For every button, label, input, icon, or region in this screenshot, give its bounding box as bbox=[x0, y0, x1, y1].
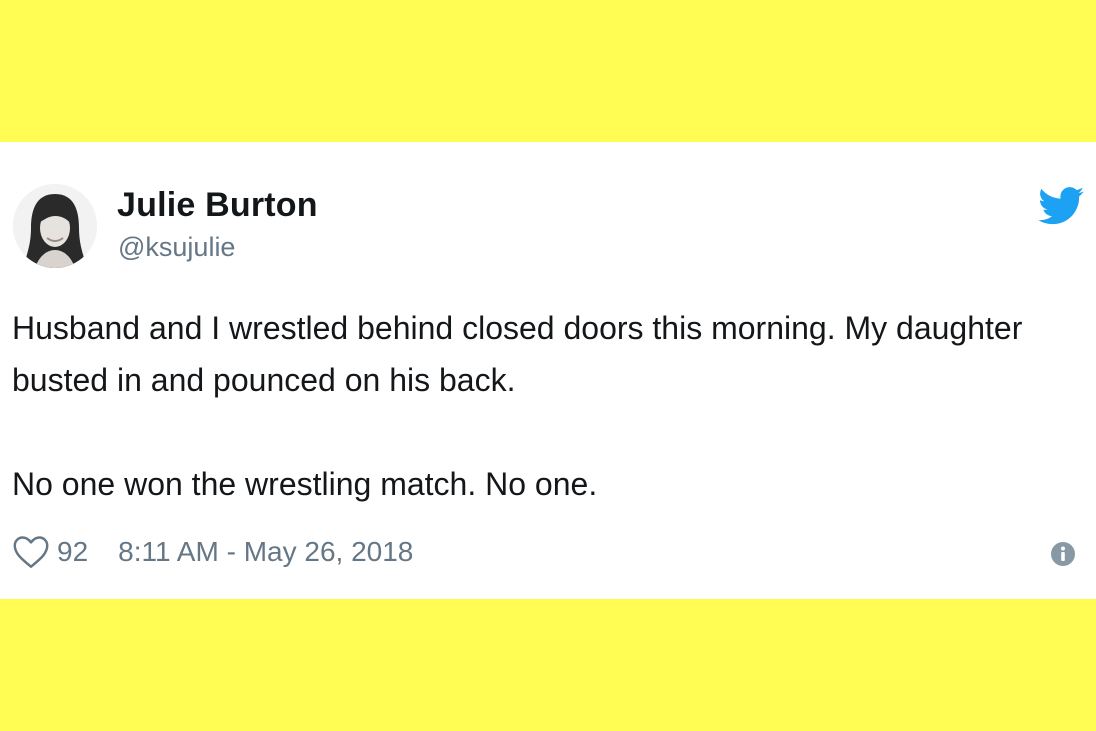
twitter-bird-icon[interactable] bbox=[1038, 187, 1084, 225]
tweet-card: Julie Burton @ksujulie Husband and I wre… bbox=[0, 142, 1096, 599]
user-handle[interactable]: @ksujulie bbox=[118, 232, 235, 263]
yellow-band-bottom bbox=[0, 599, 1096, 731]
tweet-paragraph: Husband and I wrestled behind closed doo… bbox=[12, 310, 1023, 398]
yellow-band-top bbox=[0, 0, 1096, 142]
info-icon[interactable] bbox=[1050, 541, 1076, 567]
tweet-text: Husband and I wrestled behind closed doo… bbox=[12, 302, 1072, 510]
tweet-paragraph: No one won the wrestling match. No one. bbox=[12, 466, 598, 502]
heart-icon[interactable] bbox=[12, 535, 50, 569]
tweet-timestamp[interactable]: 8:11 AM - May 26, 2018 bbox=[118, 536, 413, 568]
display-name[interactable]: Julie Burton bbox=[117, 186, 318, 225]
avatar[interactable] bbox=[13, 184, 97, 268]
like-count: 92 bbox=[57, 536, 89, 567]
tweet-meta: 92 8:11 AM - May 26, 2018 bbox=[12, 531, 413, 573]
